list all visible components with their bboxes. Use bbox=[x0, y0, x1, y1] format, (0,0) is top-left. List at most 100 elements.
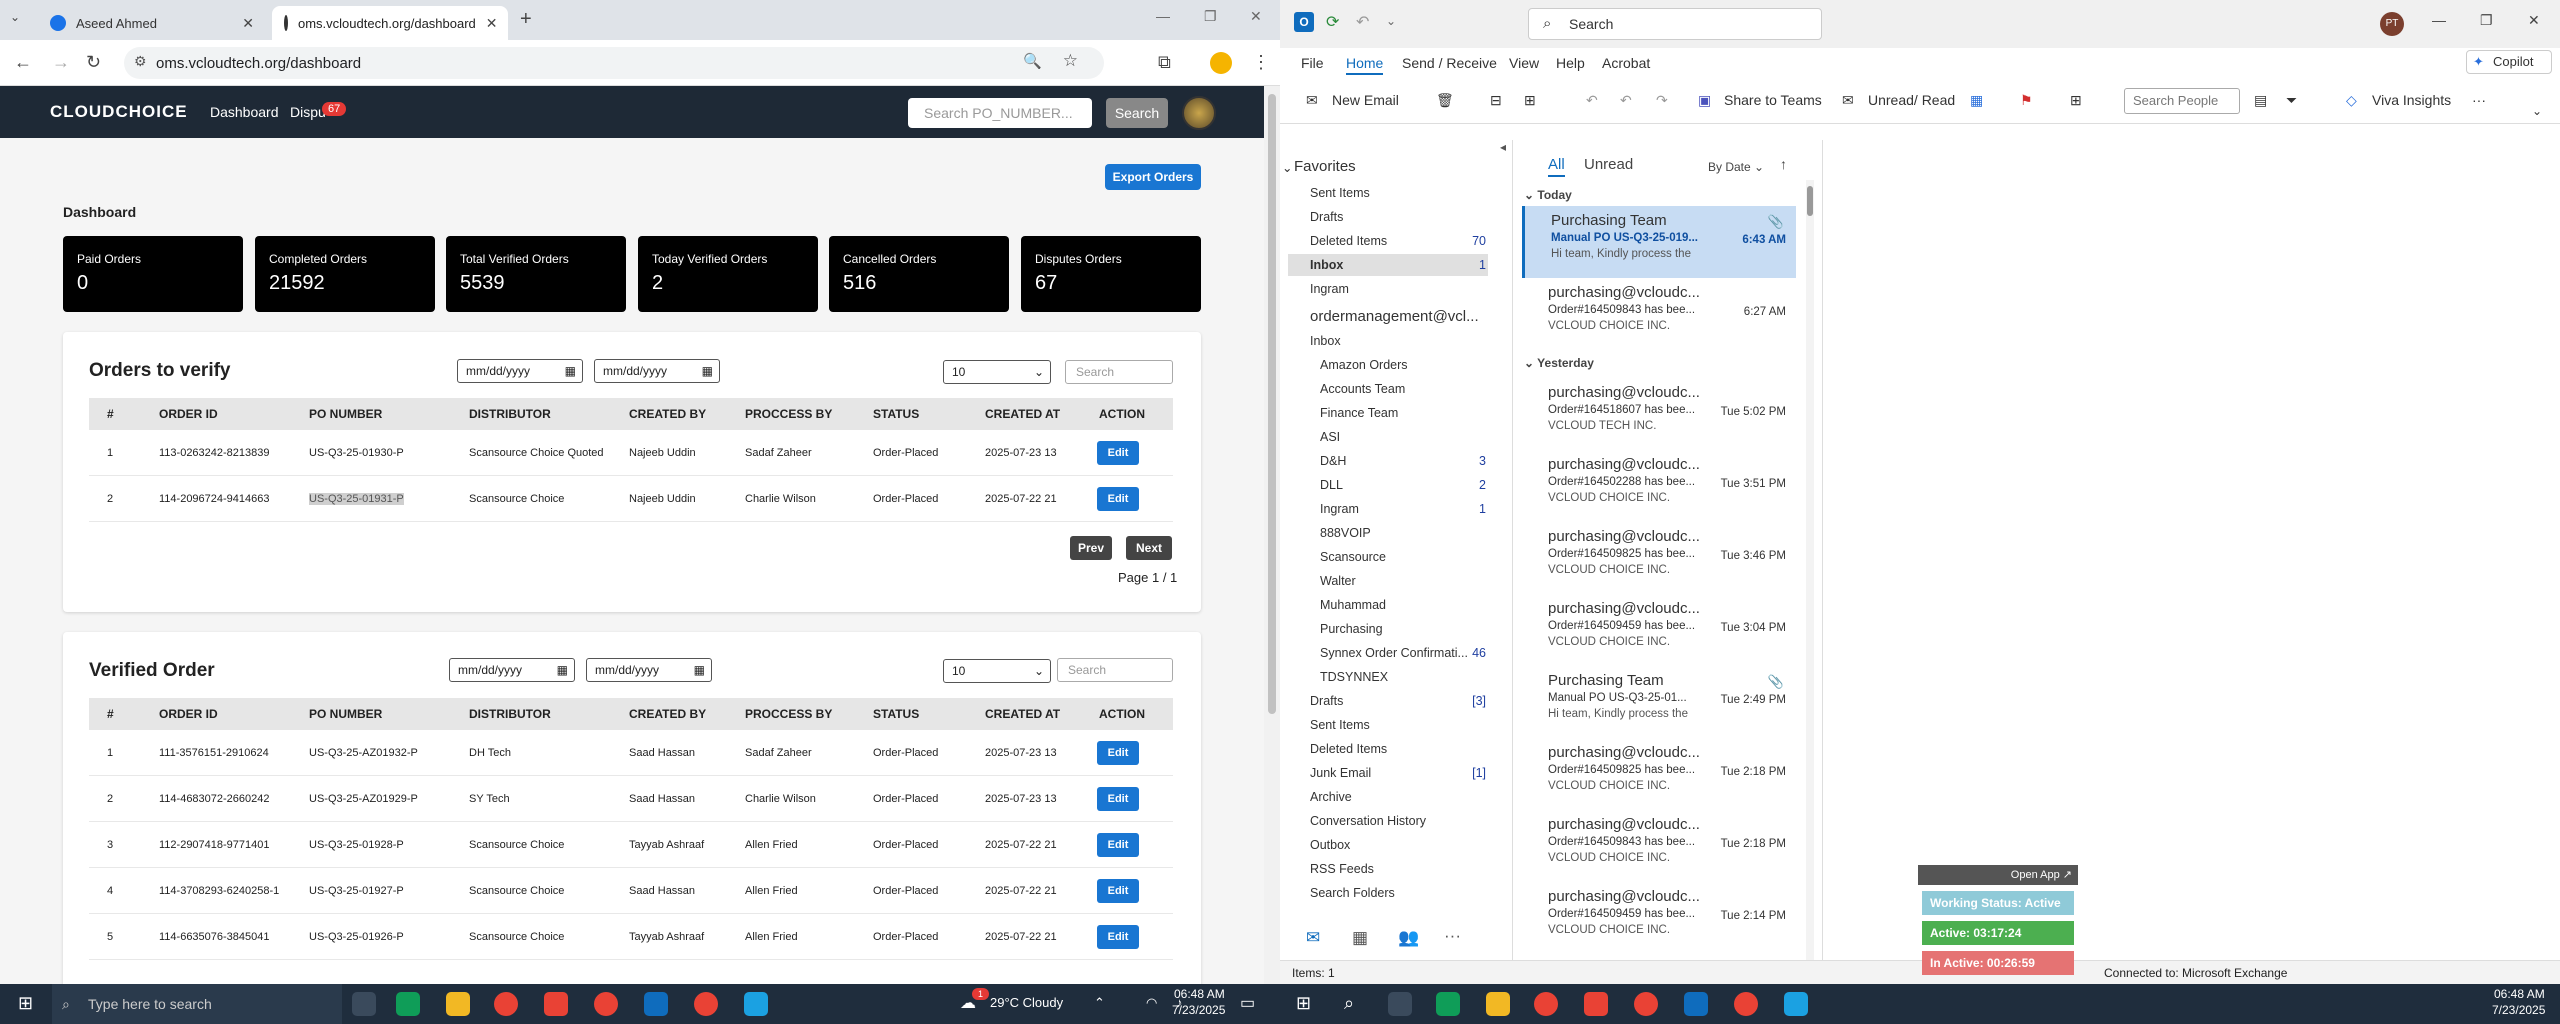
tray-chevron-icon[interactable]: ⌃ bbox=[1094, 995, 1105, 1011]
filter-icon[interactable]: ⏷ bbox=[2286, 92, 2297, 109]
calendar-icon[interactable]: ▦ bbox=[1352, 928, 1368, 948]
folder-item[interactable]: Finance Team bbox=[1320, 406, 1398, 420]
filter-all[interactable]: All bbox=[1548, 156, 1565, 177]
folder-item[interactable]: Inbox bbox=[1310, 334, 1341, 348]
menu-icon[interactable]: ⋮ bbox=[1252, 52, 1270, 73]
date-to-input[interactable]: mm/dd/yyyy ▦ bbox=[586, 658, 712, 682]
po-search-input[interactable]: Search PO_NUMBER... bbox=[908, 98, 1092, 128]
undo-icon[interactable]: ↶ bbox=[1356, 12, 1369, 32]
new-email-button[interactable]: New Email bbox=[1332, 92, 1399, 108]
menu-home[interactable]: Home bbox=[1346, 55, 1384, 75]
outlook-icon[interactable] bbox=[1684, 992, 1708, 1016]
wifi-icon[interactable]: ◠ bbox=[1146, 995, 1157, 1011]
site-info-icon[interactable]: ⚙ bbox=[134, 53, 147, 70]
app-icon[interactable] bbox=[1784, 992, 1808, 1016]
search-icon[interactable]: ⌕ bbox=[1344, 993, 1354, 1014]
folder-item[interactable]: Scansource bbox=[1320, 550, 1386, 564]
chrome-icon[interactable] bbox=[694, 992, 718, 1016]
edit-button[interactable]: Edit bbox=[1097, 924, 1139, 949]
folder-item[interactable]: DLL bbox=[1320, 478, 1343, 492]
export-orders-button[interactable]: Export Orders bbox=[1105, 164, 1201, 190]
nav-disputes[interactable]: Dispu bbox=[290, 104, 326, 120]
chrome-icon[interactable] bbox=[494, 992, 518, 1016]
message-item[interactable]: Purchasing Team Manual PO US-Q3-25-01... T… bbox=[1522, 666, 1796, 738]
close-icon[interactable]: ✕ bbox=[242, 15, 254, 32]
edit-button[interactable]: Edit bbox=[1097, 440, 1139, 465]
folder-item[interactable]: Purchasing bbox=[1320, 622, 1383, 636]
chevron-down-icon[interactable]: ⌄ bbox=[1282, 160, 1292, 175]
message-item[interactable]: purchasing@vcloudc... Order#164502288 has… bbox=[1522, 450, 1796, 522]
outlook-search-input[interactable]: ⌕ Search bbox=[1528, 8, 1822, 40]
clock-time[interactable]: 06:48 AM bbox=[1174, 987, 1225, 1001]
folder-item[interactable]: Walter bbox=[1320, 574, 1356, 588]
folder-item[interactable]: Amazon Orders bbox=[1320, 358, 1408, 372]
folder-item[interactable]: Drafts bbox=[1310, 210, 1343, 224]
open-app-button[interactable]: Open App ↗ bbox=[1918, 865, 2078, 885]
message-item[interactable]: purchasing@vcloudc... Order#164509459 has… bbox=[1522, 594, 1796, 666]
prev-button[interactable]: Prev bbox=[1070, 536, 1112, 560]
group-header[interactable]: ⌄ Today bbox=[1524, 188, 1572, 202]
tab-search-icon[interactable]: ⌄ bbox=[10, 10, 20, 24]
message-item[interactable]: purchasing@vcloudc... Order#164509825 has… bbox=[1522, 522, 1796, 594]
clock-time[interactable]: 06:48 AM bbox=[2494, 987, 2545, 1001]
collapse-ribbon-icon[interactable]: ⌄ bbox=[2532, 104, 2542, 118]
menu-acrobat[interactable]: Acrobat bbox=[1602, 55, 1650, 71]
folder-item[interactable]: RSS Feeds bbox=[1310, 862, 1374, 876]
profile-avatar[interactable]: PT bbox=[2380, 12, 2404, 36]
edit-button[interactable]: Edit bbox=[1097, 786, 1139, 811]
folder-item[interactable]: Ingram bbox=[1310, 282, 1349, 296]
avatar[interactable] bbox=[1182, 96, 1216, 130]
filter-unread[interactable]: Unread bbox=[1584, 156, 1633, 173]
maximize-icon[interactable]: ❐ bbox=[1204, 8, 1217, 25]
table-search-input[interactable]: Search bbox=[1065, 360, 1173, 384]
message-item[interactable]: purchasing@vcloudc... Order#164509459 has… bbox=[1522, 882, 1796, 954]
sort-direction-icon[interactable]: ↑ bbox=[1780, 156, 1787, 172]
tab-dashboard[interactable]: oms.vcloudtech.org/dashboard ✕ bbox=[272, 6, 508, 40]
reload-icon[interactable]: ↻ bbox=[86, 52, 101, 73]
new-tab-icon[interactable]: + bbox=[520, 8, 532, 31]
clock-date[interactable]: 7/23/2025 bbox=[1172, 1003, 1225, 1017]
qat-dropdown-icon[interactable]: ⌄ bbox=[1386, 14, 1396, 28]
move-icon[interactable]: ⊞ bbox=[1524, 92, 1536, 109]
task-view-icon[interactable] bbox=[1388, 992, 1412, 1016]
edit-button[interactable]: Edit bbox=[1097, 486, 1139, 511]
favorites-header[interactable]: Favorites bbox=[1294, 158, 1356, 175]
zoom-icon[interactable]: 🔍 bbox=[1023, 52, 1042, 70]
page-size-select[interactable]: 10 ⌄ bbox=[943, 360, 1051, 384]
group-header[interactable]: ⌄ Yesterday bbox=[1524, 356, 1594, 370]
folder-item[interactable]: Conversation History bbox=[1310, 814, 1426, 828]
rules-icon[interactable]: ⊞ bbox=[2070, 92, 2082, 109]
app-icon[interactable] bbox=[1584, 992, 1608, 1016]
back-icon[interactable]: ← bbox=[14, 52, 32, 73]
edit-button[interactable]: Edit bbox=[1097, 878, 1139, 903]
menu-help[interactable]: Help bbox=[1556, 55, 1585, 71]
folder-item[interactable]: D&H bbox=[1320, 454, 1346, 468]
chrome-icon[interactable] bbox=[1734, 992, 1758, 1016]
sort-by-date[interactable]: By Date ⌄ bbox=[1708, 160, 1764, 174]
folder-item[interactable]: Muhammad bbox=[1320, 598, 1386, 612]
date-to-input[interactable]: mm/dd/yyyy ▦ bbox=[594, 359, 720, 383]
profile-icon[interactable] bbox=[1210, 52, 1232, 74]
table-search-input[interactable]: Search bbox=[1057, 658, 1173, 682]
outlook-icon[interactable] bbox=[644, 992, 668, 1016]
menu-file[interactable]: File bbox=[1301, 55, 1324, 71]
unread-icon[interactable]: ✉ bbox=[1842, 92, 1854, 109]
minimize-icon[interactable]: — bbox=[2432, 12, 2446, 28]
sync-icon[interactable]: ⟳ bbox=[1326, 12, 1339, 32]
folder-item[interactable]: Outbox bbox=[1310, 838, 1350, 852]
close-window-icon[interactable]: ✕ bbox=[1250, 8, 1262, 25]
more-icon[interactable]: ··· bbox=[2472, 92, 2486, 108]
address-book-icon[interactable]: ▤ bbox=[2254, 92, 2267, 109]
viva-icon[interactable]: ◇ bbox=[2346, 92, 2357, 109]
folder-item[interactable]: Sent Items bbox=[1310, 718, 1370, 732]
app-icon[interactable] bbox=[744, 992, 768, 1016]
new-email-icon[interactable]: ✉ bbox=[1306, 92, 1318, 109]
unread-read-button[interactable]: Unread/ Read bbox=[1868, 92, 1955, 108]
folder-item[interactable]: Search Folders bbox=[1310, 886, 1395, 900]
message-item[interactable]: Purchasing Team Manual PO US-Q3-25-019...… bbox=[1522, 206, 1796, 278]
folder-item[interactable]: Accounts Team bbox=[1320, 382, 1405, 396]
notifications-icon[interactable]: ▭ bbox=[1240, 993, 1255, 1013]
reply-all-icon[interactable]: ↶ bbox=[1620, 92, 1632, 109]
delete-icon[interactable]: 🗑 bbox=[1436, 92, 1454, 109]
flag-icon[interactable]: ⚑ bbox=[2020, 92, 2033, 109]
